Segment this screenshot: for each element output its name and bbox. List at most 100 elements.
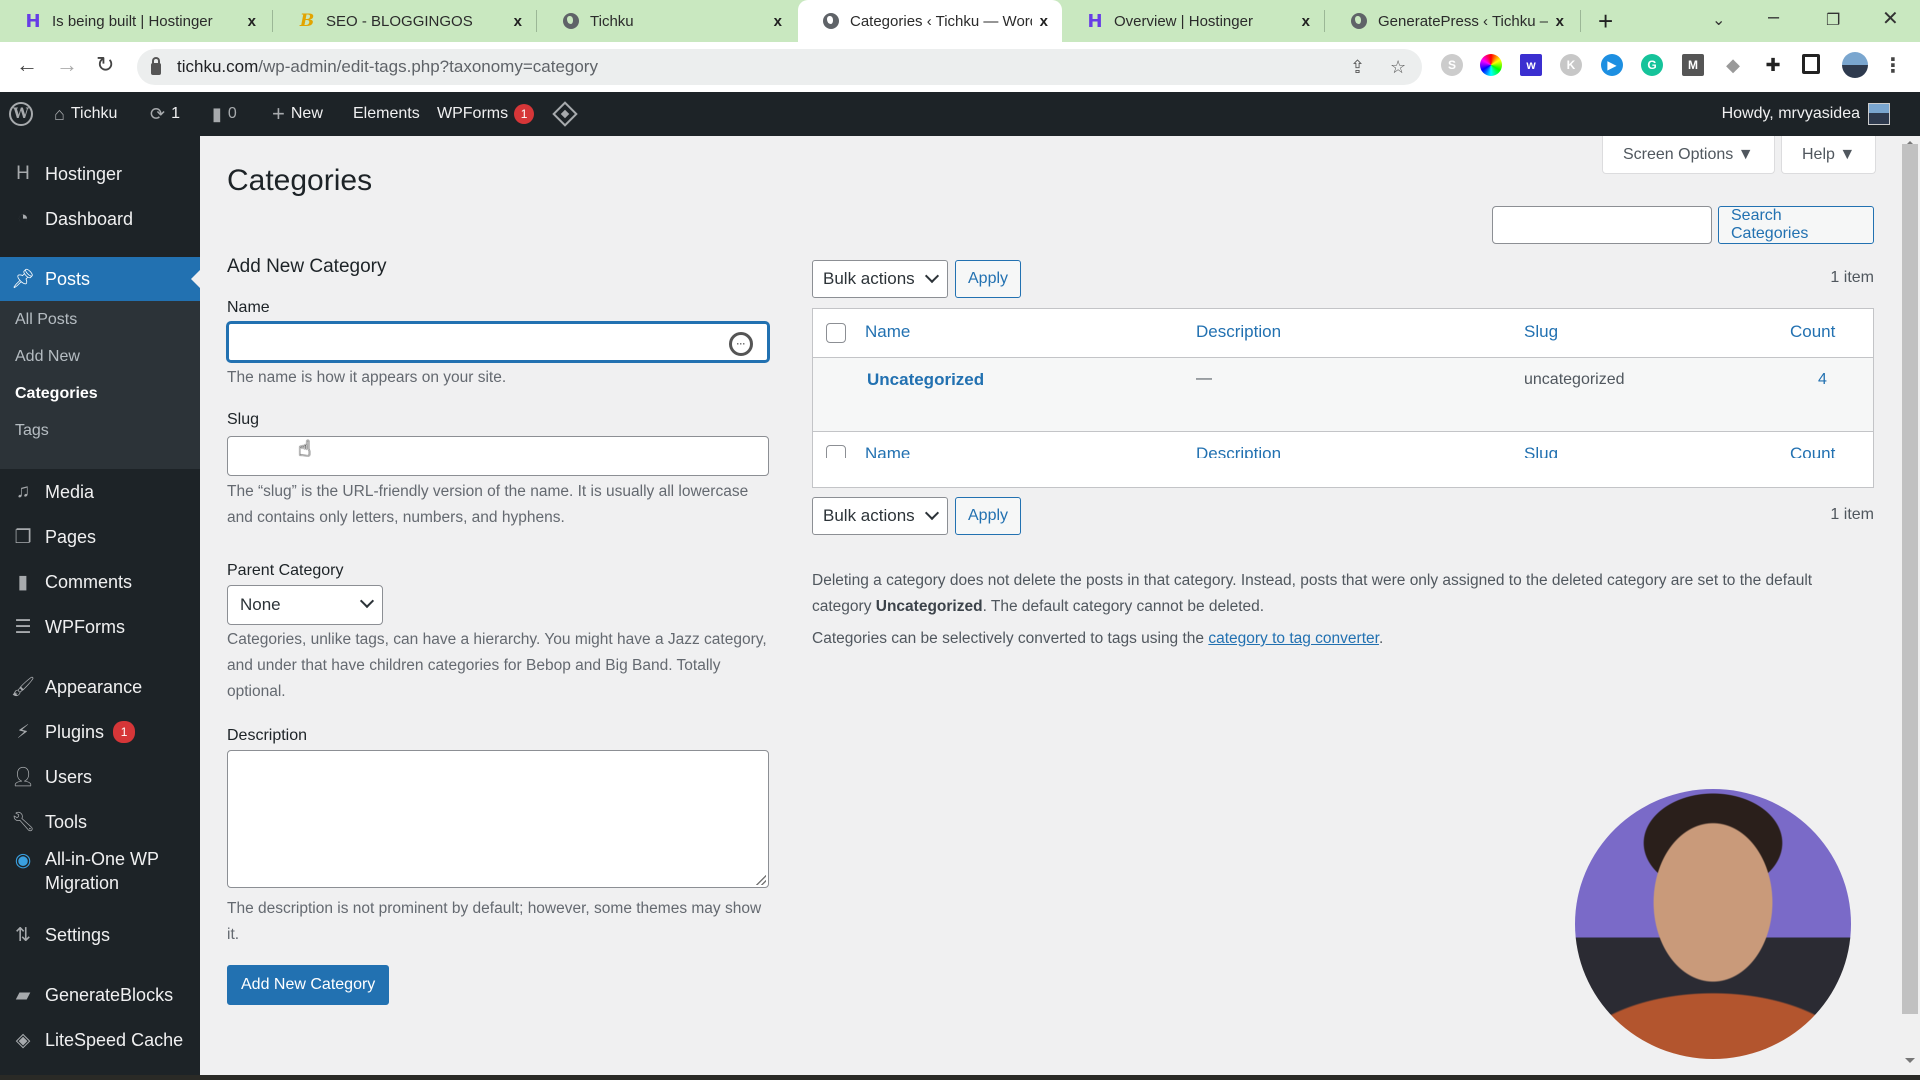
scroll-down-icon[interactable] xyxy=(1905,1058,1915,1068)
reload-icon[interactable]: ↻ xyxy=(96,52,114,78)
browser-tab[interactable]: H Is being built | Hostinger x xyxy=(0,0,270,42)
url-input[interactable]: tichku.com/wp-admin/edit-tags.php?taxono… xyxy=(137,49,1422,85)
sidebar-item-appearance[interactable]: 🖌︎ Appearance xyxy=(0,667,200,707)
column-count-header[interactable]: Count xyxy=(1790,322,1835,342)
sidebar-item-media[interactable]: ♫ Media xyxy=(0,472,200,512)
sidebar-item-comments[interactable]: ▮ Comments xyxy=(0,562,200,602)
grammarly-extension-icon[interactable]: G xyxy=(1641,54,1663,76)
my-account-menu[interactable]: Howdy, mrvyasidea xyxy=(1722,92,1890,136)
browser-tab[interactable]: H Overview | Hostinger x xyxy=(1062,0,1324,42)
sidebar-item-dashboard[interactable]: ◔ Dashboard xyxy=(0,199,200,239)
table-footer-row: Name Description Slug Count xyxy=(813,432,1873,465)
close-icon[interactable]: x xyxy=(1040,13,1048,30)
close-icon[interactable]: x xyxy=(1302,13,1310,30)
back-icon[interactable]: ← xyxy=(16,52,38,78)
bulk-actions-select-top[interactable]: Bulk actions xyxy=(812,260,948,298)
comment-icon: ▮ xyxy=(212,103,222,124)
description-textarea[interactable] xyxy=(227,750,769,888)
sidebar-item-settings[interactable]: ⇅ Settings xyxy=(0,915,200,955)
browser-tab[interactable]: Tichku x xyxy=(538,0,796,42)
page-scrollbar[interactable] xyxy=(1900,136,1920,1080)
column-description-header[interactable]: Description xyxy=(1196,322,1281,342)
new-content-menu[interactable]: + New xyxy=(272,92,323,136)
video-extension-icon[interactable]: ▶ xyxy=(1601,54,1623,76)
side-panel-icon[interactable] xyxy=(1802,54,1820,74)
apply-button-bottom[interactable]: Apply xyxy=(955,497,1022,535)
k-extension-icon[interactable]: K xyxy=(1560,54,1582,76)
wordtune-extension-icon[interactable]: w xyxy=(1520,54,1542,76)
admin-sidebar: H Hostinger ◔ Dashboard 📌︎ Posts All Pos… xyxy=(0,136,200,1080)
submenu-item-all-posts[interactable]: All Posts xyxy=(15,311,77,329)
window-close-icon[interactable]: ✕ xyxy=(1882,6,1899,31)
search-categories-button[interactable]: Search Categories xyxy=(1718,206,1874,244)
tab-search-icon[interactable]: ⌄ xyxy=(1712,10,1725,30)
sidebar-item-plugins[interactable]: ⚡ Plugins 1 xyxy=(0,712,200,752)
minimize-icon[interactable]: – xyxy=(1768,6,1779,29)
apply-button-top[interactable]: Apply xyxy=(955,260,1022,298)
column-name-header[interactable]: Name xyxy=(865,322,910,342)
scrollbar-thumb[interactable] xyxy=(1902,144,1918,1014)
profile-avatar[interactable] xyxy=(1842,52,1868,78)
sidebar-item-label: Settings xyxy=(45,924,111,945)
shield-extension-icon[interactable]: S xyxy=(1441,54,1463,76)
share-icon[interactable]: ⇪ xyxy=(1350,57,1365,78)
screen-options-button[interactable]: Screen Options ▼ xyxy=(1602,136,1775,174)
sidebar-item-generateblocks[interactable]: ▰ GenerateBlocks xyxy=(0,975,200,1015)
updates-count: 1 xyxy=(171,105,180,122)
close-icon[interactable]: x xyxy=(514,13,522,30)
close-icon[interactable]: x xyxy=(774,13,782,30)
sidebar-item-litespeed-cache[interactable]: ◈ LiteSpeed Cache xyxy=(0,1020,200,1060)
page-title: Categories xyxy=(227,164,373,197)
sidebar-item-pages[interactable]: ❐ Pages xyxy=(0,517,200,557)
browser-menu-icon[interactable]: ⋮ xyxy=(1882,54,1904,77)
column-slug-header[interactable]: Slug xyxy=(1524,322,1558,342)
browser-tab-active[interactable]: Categories ‹ Tichku — Word x xyxy=(798,0,1062,42)
submenu-item-tags[interactable]: Tags xyxy=(15,422,49,440)
slug-input[interactable] xyxy=(227,436,769,476)
sidebar-item-tools[interactable]: 🔧︎ Tools xyxy=(0,802,200,842)
wp-logo-menu[interactable]: W xyxy=(9,92,33,136)
select-all-checkbox[interactable] xyxy=(826,323,846,343)
items-count-bottom: 1 item xyxy=(1830,506,1874,523)
color-picker-extension-icon[interactable] xyxy=(1480,54,1502,76)
new-tab-button[interactable]: + xyxy=(1598,6,1613,37)
bulk-actions-select-bottom[interactable]: Bulk actions xyxy=(812,497,948,535)
parent-category-select[interactable]: None xyxy=(227,585,383,625)
bulk-actions-label: Bulk actions xyxy=(823,506,915,525)
resize-handle-icon[interactable] xyxy=(756,875,766,885)
fox-extension-icon[interactable]: ◆ xyxy=(1722,54,1744,76)
browser-tab[interactable]: B SEO - BLOGGINGOS x xyxy=(274,0,536,42)
submenu-item-categories[interactable]: Categories xyxy=(15,385,98,403)
close-icon[interactable]: x xyxy=(248,13,256,30)
category-to-tag-converter-link[interactable]: category to tag converter xyxy=(1208,630,1379,647)
restore-icon[interactable]: ❐ xyxy=(1826,10,1840,30)
sidebar-item-all-in-one-migration[interactable]: ◉ All-in-One WP Migration xyxy=(0,847,200,903)
add-new-category-button[interactable]: Add New Category xyxy=(227,965,390,1005)
site-name-menu[interactable]: ⌂ Tichku xyxy=(54,92,117,136)
chevron-down-icon xyxy=(924,268,940,284)
puzzle-extension-icon[interactable]: ✚ xyxy=(1762,54,1784,76)
sidebar-item-posts[interactable]: 📌︎ Posts xyxy=(0,257,200,301)
updates-icon: ⟳ xyxy=(150,103,166,124)
help-button[interactable]: Help ▼ xyxy=(1781,136,1877,174)
user-avatar xyxy=(1868,103,1890,125)
forward-icon[interactable]: → xyxy=(56,52,78,78)
name-input[interactable]: ··· xyxy=(227,322,769,362)
wpforms-menu[interactable]: WPForms 1 xyxy=(437,92,535,136)
password-manager-icon[interactable]: ··· xyxy=(729,332,753,356)
m-extension-icon[interactable]: M xyxy=(1682,54,1704,76)
bookmark-star-icon[interactable]: ☆ xyxy=(1390,57,1406,78)
sidebar-item-wpforms[interactable]: ☰ WPForms xyxy=(0,607,200,647)
search-categories-input[interactable] xyxy=(1492,206,1712,244)
elements-menu[interactable]: Elements xyxy=(353,92,420,136)
sidebar-item-hostinger[interactable]: H Hostinger xyxy=(0,154,200,194)
sidebar-item-users[interactable]: 👤︎ Users xyxy=(0,757,200,797)
updates-menu[interactable]: ⟳ 1 xyxy=(150,92,180,136)
close-icon[interactable]: x xyxy=(1556,13,1564,30)
browser-tab[interactable]: GeneratePress ‹ Tichku — V x xyxy=(1326,0,1578,42)
submenu-item-add-new[interactable]: Add New xyxy=(15,348,80,366)
litespeed-menu[interactable] xyxy=(552,92,578,136)
comments-menu[interactable]: ▮ 0 xyxy=(212,92,237,136)
category-count-link[interactable]: 4 xyxy=(1818,371,1827,389)
category-name-link[interactable]: Uncategorized xyxy=(867,370,984,390)
